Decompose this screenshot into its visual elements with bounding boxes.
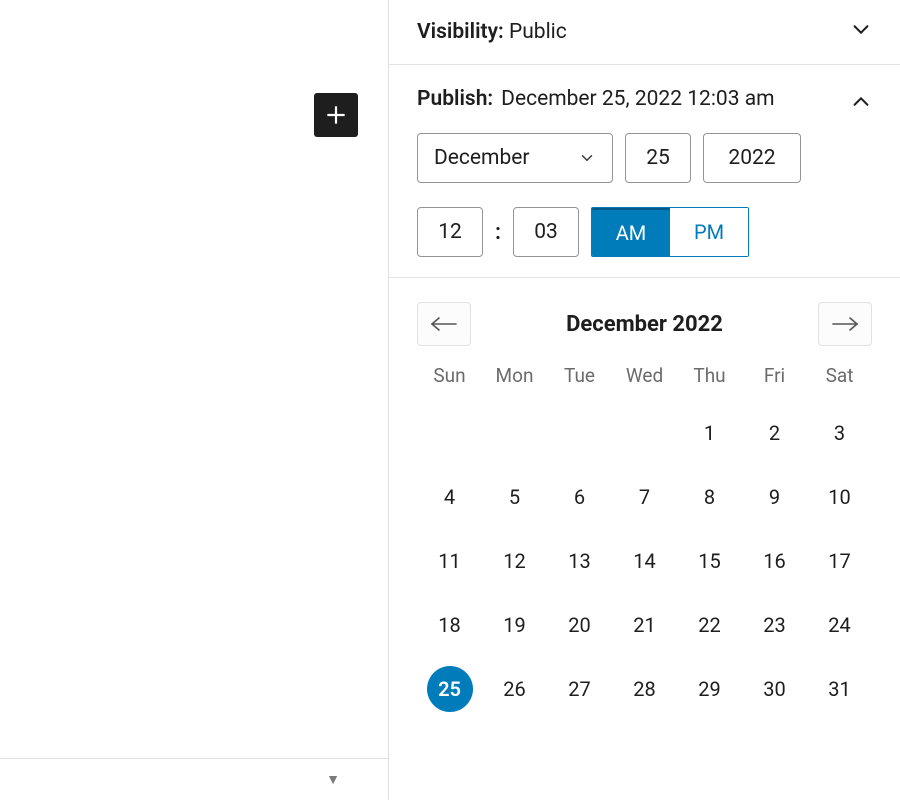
visibility-row[interactable]: Visibility: Public (389, 0, 900, 65)
add-block-button[interactable] (314, 93, 358, 137)
calendar-day[interactable]: 28 (612, 665, 677, 713)
calendar-day[interactable]: 1 (677, 409, 742, 457)
calendar-dow: Sat (807, 364, 872, 393)
calendar-day[interactable]: 24 (807, 601, 872, 649)
editor-footer: ▼ (0, 758, 388, 800)
month-select-value: December (434, 146, 530, 170)
calendar-day[interactable]: 15 (677, 537, 742, 585)
day-input[interactable]: 25 (625, 133, 691, 183)
calendar-day[interactable]: 12 (482, 537, 547, 585)
calendar-day[interactable]: 8 (677, 473, 742, 521)
calendar-day[interactable]: 30 (742, 665, 807, 713)
publish-label: Publish: (417, 87, 493, 111)
chevron-down-icon (850, 18, 872, 46)
calendar-dow: Wed (612, 364, 677, 393)
calendar-day[interactable]: 9 (742, 473, 807, 521)
calendar-nav: December 2022 (417, 302, 872, 346)
app-root: ▼ Visibility: Public Publish: December 2… (0, 0, 900, 800)
chevron-up-icon (850, 85, 872, 119)
calendar-day[interactable]: 21 (612, 601, 677, 649)
am-button[interactable]: AM (592, 208, 670, 256)
editor-canvas: ▼ (0, 0, 389, 800)
calendar-day[interactable]: 29 (677, 665, 742, 713)
settings-sidebar: Visibility: Public Publish: December 25,… (389, 0, 900, 800)
calendar: December 2022 SunMonTueWedThuFriSat12345… (389, 278, 900, 713)
calendar-day-empty (482, 409, 547, 457)
time-colon: : (495, 220, 501, 245)
prev-month-button[interactable] (417, 302, 471, 346)
plus-icon (323, 102, 349, 128)
calendar-day[interactable]: 19 (482, 601, 547, 649)
calendar-day[interactable]: 10 (807, 473, 872, 521)
calendar-dow: Thu (677, 364, 742, 393)
calendar-grid: SunMonTueWedThuFriSat1234567891011121314… (417, 364, 872, 713)
month-select[interactable]: December (417, 133, 613, 183)
caret-down-icon[interactable]: ▼ (326, 771, 340, 788)
calendar-day[interactable]: 20 (547, 601, 612, 649)
ampm-toggle: AM PM (591, 207, 749, 257)
calendar-day[interactable]: 2 (742, 409, 807, 457)
calendar-day[interactable]: 6 (547, 473, 612, 521)
calendar-day[interactable]: 26 (482, 665, 547, 713)
arrow-left-icon (430, 316, 458, 332)
publish-label-group: Publish: December 25, 2022 12:03 am (417, 85, 775, 113)
publish-row[interactable]: Publish: December 25, 2022 12:03 am (389, 65, 900, 133)
calendar-dow: Mon (482, 364, 547, 393)
calendar-day[interactable]: 5 (482, 473, 547, 521)
visibility-label: Visibility: (417, 20, 504, 44)
calendar-day[interactable]: 18 (417, 601, 482, 649)
calendar-day-empty (612, 409, 677, 457)
calendar-day[interactable]: 3 (807, 409, 872, 457)
calendar-dow: Fri (742, 364, 807, 393)
calendar-day[interactable]: 23 (742, 601, 807, 649)
visibility-label-group: Visibility: Public (417, 20, 567, 44)
calendar-day[interactable]: 17 (807, 537, 872, 585)
visibility-value: Public (509, 20, 567, 44)
publish-value: December 25, 2022 12:03 am (501, 85, 774, 113)
calendar-day[interactable]: 4 (417, 473, 482, 521)
chevron-down-icon (578, 149, 596, 167)
next-month-button[interactable] (818, 302, 872, 346)
calendar-day[interactable]: 14 (612, 537, 677, 585)
calendar-day[interactable]: 22 (677, 601, 742, 649)
calendar-title: December 2022 (566, 312, 723, 337)
calendar-day[interactable]: 25 (417, 665, 482, 713)
calendar-dow: Tue (547, 364, 612, 393)
calendar-day-empty (417, 409, 482, 457)
calendar-day[interactable]: 27 (547, 665, 612, 713)
calendar-day[interactable]: 31 (807, 665, 872, 713)
year-input[interactable]: 2022 (703, 133, 801, 183)
hour-input[interactable]: 12 (417, 207, 483, 257)
calendar-dow: Sun (417, 364, 482, 393)
pm-button[interactable]: PM (670, 208, 748, 256)
minute-input[interactable]: 03 (513, 207, 579, 257)
datetime-controls: December 25 2022 12 : 03 AM PM (389, 133, 900, 278)
calendar-day[interactable]: 11 (417, 537, 482, 585)
calendar-day[interactable]: 16 (742, 537, 807, 585)
calendar-day[interactable]: 13 (547, 537, 612, 585)
calendar-day-empty (547, 409, 612, 457)
arrow-right-icon (831, 316, 859, 332)
calendar-day[interactable]: 7 (612, 473, 677, 521)
